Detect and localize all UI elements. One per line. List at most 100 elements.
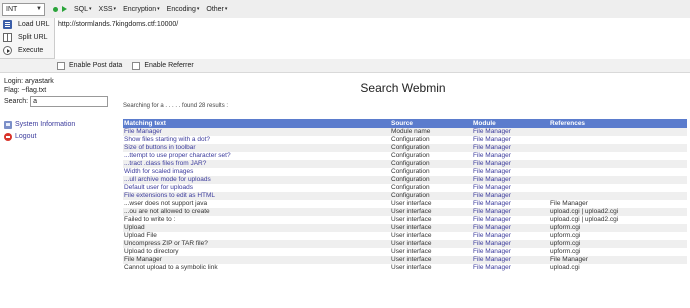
referrer-option[interactable]: Enable Referrer bbox=[132, 61, 194, 70]
post-data-option[interactable]: Enable Post data bbox=[57, 61, 122, 70]
menu-sql[interactable]: SQL ▾ bbox=[74, 6, 92, 13]
load-url-label: Load URL bbox=[18, 21, 50, 28]
result-module-link[interactable]: File Manager bbox=[472, 256, 549, 264]
result-matching-text: ...wser does not support java bbox=[123, 200, 390, 208]
webmin-sidebar: Login: aryastark Flag: ~flag.txt Search:… bbox=[0, 73, 116, 308]
result-module-link[interactable]: File Manager bbox=[472, 128, 549, 136]
result-matching-text[interactable]: Size of buttons in toolbar bbox=[123, 144, 390, 152]
caret-down-icon: ▾ bbox=[196, 6, 200, 12]
result-references[interactable]: upform.cgi bbox=[549, 224, 687, 232]
result-source: User interface bbox=[390, 216, 472, 224]
result-module-link[interactable]: File Manager bbox=[472, 144, 549, 152]
result-matching-text: Failed to write to : bbox=[123, 216, 390, 224]
menu-encoding-label: Encoding bbox=[166, 5, 196, 13]
result-source: User interface bbox=[390, 224, 472, 232]
result-module-link[interactable]: File Manager bbox=[472, 136, 549, 144]
result-references[interactable]: File Manager bbox=[549, 200, 687, 208]
table-row: Show files starting with a dot? Configura… bbox=[123, 136, 687, 144]
result-matching-text[interactable]: File extensions to edit as HTML bbox=[123, 192, 390, 200]
result-references bbox=[549, 184, 687, 192]
result-references bbox=[549, 176, 687, 184]
result-matching-text[interactable]: ...ttempt to use proper character set? bbox=[123, 152, 390, 160]
hackbar-toolbar: INT ▼ SQL ▾ XSS ▾ Encryption ▾ Encoding ▾ Ot… bbox=[0, 0, 690, 18]
menu-other[interactable]: Other ▾ bbox=[206, 6, 227, 13]
table-row: Failed to write to : User interface File M… bbox=[123, 216, 687, 224]
caret-down-icon: ▾ bbox=[224, 6, 228, 12]
result-module-link[interactable]: File Manager bbox=[472, 184, 549, 192]
search-input[interactable]: a bbox=[30, 96, 109, 107]
logout-link[interactable]: Logout bbox=[4, 132, 112, 141]
referrer-checkbox[interactable] bbox=[132, 61, 141, 70]
status-dot-icon bbox=[53, 6, 58, 12]
result-module-link[interactable]: File Manager bbox=[472, 232, 549, 240]
result-references[interactable]: File Manager bbox=[549, 256, 687, 264]
result-module-link[interactable]: File Manager bbox=[472, 200, 549, 208]
hackbar-actions: Load URL Split URL Execute bbox=[0, 18, 54, 59]
logout-label: Logout bbox=[15, 133, 37, 140]
result-module-link[interactable]: File Manager bbox=[472, 192, 549, 200]
split-url-icon bbox=[3, 33, 12, 42]
result-matching-text: Uncompress ZIP or TAR file? bbox=[123, 240, 390, 248]
result-module-link[interactable]: File Manager bbox=[472, 152, 549, 160]
result-source: User interface bbox=[390, 240, 472, 248]
referrer-label: Enable Referrer bbox=[144, 62, 194, 69]
menu-xss[interactable]: XSS ▾ bbox=[99, 6, 117, 13]
result-references[interactable]: upform.cgi bbox=[549, 240, 687, 248]
result-references[interactable]: upload.cgi bbox=[549, 264, 687, 272]
table-row: ...ttempt to use proper character set? Co… bbox=[123, 152, 687, 160]
result-matching-text: File Manager bbox=[123, 256, 390, 264]
table-row: File Manager Module name File Manager bbox=[123, 128, 687, 136]
result-matching-text[interactable]: Width for scaled images bbox=[123, 168, 390, 176]
result-module-link[interactable]: File Manager bbox=[472, 168, 549, 176]
table-row: ...tract .class files from JAR? Configura… bbox=[123, 160, 687, 168]
split-url-button[interactable]: Split URL bbox=[0, 31, 54, 44]
result-references[interactable]: upform.cgi bbox=[549, 232, 687, 240]
page-title: Search Webmin bbox=[360, 81, 446, 95]
system-information-link[interactable]: System Information bbox=[4, 120, 112, 129]
menu-encryption[interactable]: Encryption ▾ bbox=[123, 6, 160, 13]
caret-down-icon: ▾ bbox=[89, 6, 92, 12]
result-module-link[interactable]: File Manager bbox=[472, 176, 549, 184]
result-source: Configuration bbox=[390, 136, 472, 144]
result-references[interactable]: upload.cgi | upload2.cgi bbox=[549, 216, 687, 224]
menu-encoding[interactable]: Encoding ▾ bbox=[167, 6, 200, 13]
result-matching-text[interactable]: Default user for uploads bbox=[123, 184, 390, 192]
result-references[interactable]: upform.cgi bbox=[549, 248, 687, 256]
search-input-value: a bbox=[33, 98, 38, 105]
result-source: User interface bbox=[390, 200, 472, 208]
menu-sql-label: SQL bbox=[74, 5, 89, 13]
injection-type-select[interactable]: INT ▼ bbox=[2, 2, 45, 16]
result-module-link[interactable]: File Manager bbox=[472, 240, 549, 248]
result-module-link[interactable]: File Manager bbox=[472, 160, 549, 168]
result-references[interactable]: upload.cgi | upload2.cgi bbox=[549, 208, 687, 216]
result-source: User interface bbox=[390, 256, 472, 264]
result-matching-text: Upload File bbox=[123, 232, 390, 240]
result-module-link[interactable]: File Manager bbox=[472, 216, 549, 224]
menu-xss-label: XSS bbox=[98, 5, 113, 13]
result-module-link[interactable]: File Manager bbox=[472, 224, 549, 232]
table-row: File Manager User interface File Manager Fi… bbox=[123, 256, 687, 264]
result-references bbox=[549, 152, 687, 160]
table-row: Upload File User interface File Manager upf… bbox=[123, 232, 687, 240]
injection-type-value: INT bbox=[6, 5, 18, 13]
execute-button[interactable]: Execute bbox=[0, 44, 54, 57]
result-module-link[interactable]: File Manager bbox=[472, 248, 549, 256]
result-matching-text: Cannot upload to a symbolic link bbox=[123, 264, 390, 272]
split-url-label: Split URL bbox=[18, 34, 48, 41]
result-module-link[interactable]: File Manager bbox=[472, 208, 549, 216]
table-row: Width for scaled images Configuration File… bbox=[123, 168, 687, 176]
url-textarea[interactable]: http://stormlands.7kingdoms.ctf:10000/ bbox=[54, 18, 690, 59]
column-header-module: Module bbox=[472, 119, 549, 128]
result-module-link[interactable]: File Manager bbox=[472, 264, 549, 272]
result-source: Configuration bbox=[390, 192, 472, 200]
url-text: http://stormlands.7kingdoms.ctf:10000/ bbox=[58, 21, 179, 28]
post-data-checkbox[interactable] bbox=[57, 61, 65, 70]
result-matching-text[interactable]: ...ull archive mode for uploads bbox=[123, 176, 390, 184]
result-matching-text: ...ou are not allowed to create bbox=[123, 208, 390, 216]
result-matching-text[interactable]: ...tract .class files from JAR? bbox=[123, 160, 390, 168]
load-url-button[interactable]: Load URL bbox=[0, 18, 54, 31]
result-matching-text[interactable]: Show files starting with a dot? bbox=[123, 136, 390, 144]
result-source: Configuration bbox=[390, 176, 472, 184]
result-matching-text[interactable]: File Manager bbox=[123, 128, 390, 136]
play-arrow-icon[interactable] bbox=[62, 6, 67, 12]
